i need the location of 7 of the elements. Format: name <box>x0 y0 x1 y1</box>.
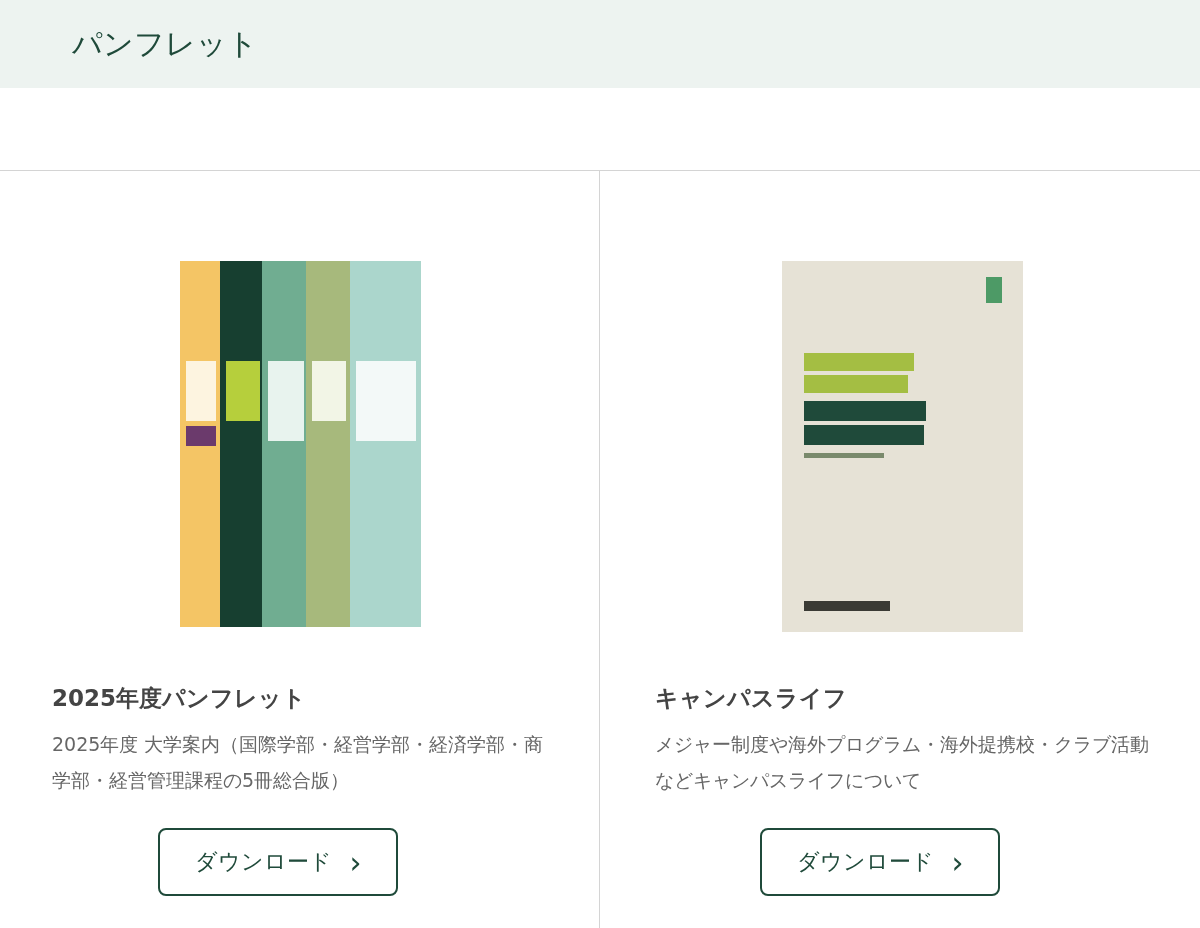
pamphlet-title: キャンパスライフ <box>655 684 848 713</box>
pamphlet-description: メジャー制度や海外プログラム・海外提携校・クラブ活動などキャンパスライフについて <box>655 732 1150 793</box>
pamphlet-title: 2025年度パンフレット <box>52 684 307 713</box>
page-title: パンフレット <box>72 24 258 63</box>
download-button[interactable]: ダウンロード › <box>760 828 1000 896</box>
download-button[interactable]: ダウンロード › <box>158 828 398 896</box>
pamphlet-description: 2025年度 大学案内（国際学部・経営学部・経済学部・商学部・経営管理課程の5冊総合版） <box>52 732 545 793</box>
